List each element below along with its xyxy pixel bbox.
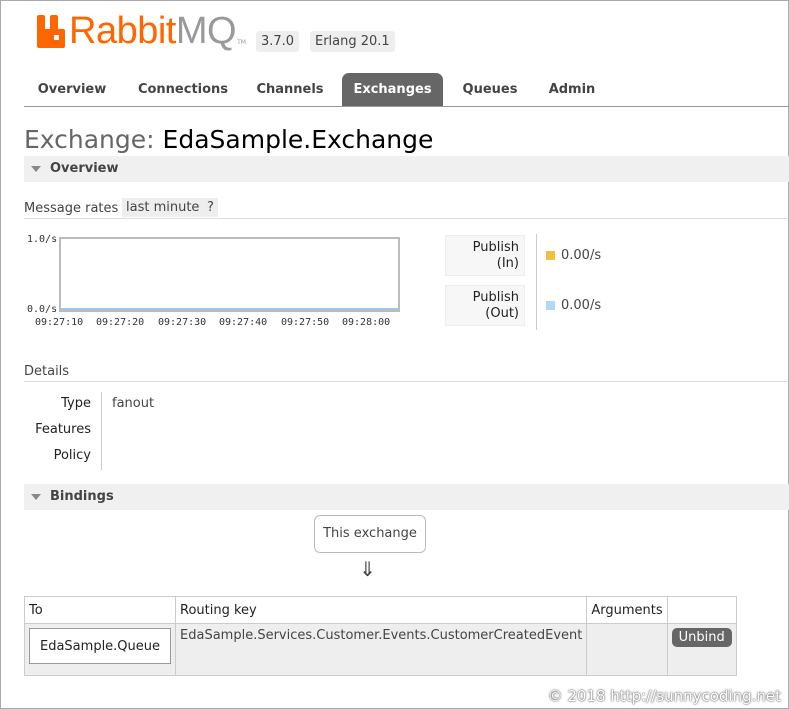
bindings-table: To Routing key Arguments EdaSample.Queue… <box>23 596 737 676</box>
column-header-actions <box>666 596 737 624</box>
legend-divider <box>536 234 537 330</box>
overview-section-label: Overview <box>50 161 119 176</box>
main-nav-tabs: Overview Connections Channels Exchanges … <box>24 73 789 107</box>
tab-queues[interactable]: Queues <box>451 73 529 106</box>
chart-plot-area <box>59 237 400 312</box>
tab-overview[interactable]: Overview <box>24 73 120 106</box>
collapse-triangle-icon <box>31 166 41 172</box>
erlang-version-badge: Erlang 20.1 <box>310 31 395 52</box>
overview-section-toggle[interactable]: Overview <box>24 156 789 182</box>
legend-publish-out[interactable]: Publish (Out) <box>445 285 525 326</box>
x-tick-label: 09:27:20 <box>96 317 145 328</box>
tab-connections[interactable]: Connections <box>128 73 238 106</box>
tab-channels[interactable]: Channels <box>246 73 334 106</box>
page-title-prefix: Exchange: <box>24 125 155 154</box>
bindings-section-label: Bindings <box>50 489 114 504</box>
legend-label-line1: Publish <box>472 240 519 255</box>
y-axis-bottom-label: 0.0/s <box>27 304 58 315</box>
x-tick-label: 09:27:50 <box>281 317 330 328</box>
collapse-triangle-icon <box>31 494 41 500</box>
table-row: EdaSample.Queue EdaSample.Services.Custo… <box>23 623 737 676</box>
publish-in-color-swatch <box>546 251 555 260</box>
publish-out-color-swatch <box>546 301 555 310</box>
unbind-button[interactable]: Unbind <box>671 628 732 647</box>
column-header-arguments: Arguments <box>586 596 668 624</box>
routing-key-cell: EdaSample.Services.Customer.Events.Custo… <box>175 623 588 676</box>
logo-rabbit-text: Rabbit <box>69 10 176 52</box>
help-button[interactable]: ? <box>203 198 218 217</box>
legend-label-line2: (In) <box>496 256 519 271</box>
publish-out-rate: 0.00/s <box>561 298 602 313</box>
actions-cell: Unbind <box>666 623 737 676</box>
rabbitmq-version-badge: 3.7.0 <box>256 31 300 52</box>
binding-to-cell: EdaSample.Queue <box>23 623 177 676</box>
publish-in-rate: 0.00/s <box>561 248 602 263</box>
down-arrow-icon: ⇓ <box>359 557 376 581</box>
logo-trademark: TM <box>237 39 246 46</box>
exchange-name: EdaSample.Exchange <box>162 125 434 154</box>
rabbit-logo-icon <box>36 14 66 48</box>
column-header-routing-key: Routing key <box>175 596 588 624</box>
tab-admin[interactable]: Admin <box>537 73 607 106</box>
logo-mq-text: MQ <box>175 10 237 52</box>
rate-series-line <box>61 308 398 310</box>
x-tick-label: 09:27:40 <box>219 317 268 328</box>
legend-label-line1: Publish <box>472 290 519 305</box>
bindings-section-toggle[interactable]: Bindings <box>24 484 789 510</box>
detail-key-policy: Policy <box>53 448 91 463</box>
logo-wordmark: RabbitMQ <box>69 12 237 50</box>
watermark-text: © 2018 http://sunnycoding.net <box>547 687 781 705</box>
arguments-cell <box>586 623 668 676</box>
queue-link[interactable]: EdaSample.Queue <box>29 628 172 664</box>
divider <box>24 381 789 382</box>
column-header-to: To <box>23 596 177 624</box>
tab-exchanges[interactable]: Exchanges <box>342 73 443 106</box>
x-tick-label: 09:27:10 <box>35 317 84 328</box>
this-exchange-box: This exchange <box>314 515 426 553</box>
legend-label-line2: (Out) <box>485 306 519 321</box>
page-title: Exchange: EdaSample.Exchange <box>24 125 433 154</box>
message-rate-chart: 1.0/s 0.0/s 09:27:10 09:27:20 09:27:30 0… <box>24 228 424 333</box>
detail-key-features: Features <box>35 422 91 437</box>
details-label: Details <box>24 364 70 379</box>
rabbitmq-logo[interactable]: RabbitMQ TM <box>36 12 246 50</box>
x-tick-label: 09:27:30 <box>158 317 207 328</box>
divider <box>24 218 789 219</box>
details-divider <box>101 392 102 470</box>
y-axis-top-label: 1.0/s <box>27 234 58 245</box>
detail-key-type: Type <box>61 396 91 411</box>
legend-publish-in[interactable]: Publish (In) <box>445 235 525 276</box>
rate-range-selector[interactable]: last minute <box>122 198 204 217</box>
x-tick-label: 09:28:00 <box>342 317 391 328</box>
detail-value-type: fanout <box>112 396 155 411</box>
message-rates-label: Message rates <box>24 201 119 216</box>
